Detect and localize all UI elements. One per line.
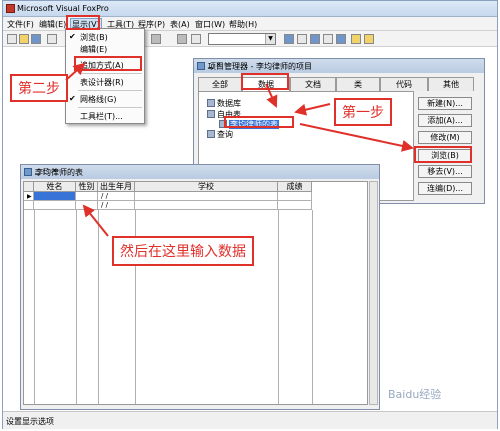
highlight-data-tab — [241, 73, 289, 90]
wizard-icon[interactable] — [351, 34, 361, 44]
modify-icon[interactable] — [177, 34, 187, 44]
add-button[interactable]: 添加(A)... — [418, 114, 472, 127]
menu-item-browse[interactable]: ✔ 浏览(B) — [66, 31, 144, 43]
tab-documents[interactable]: 文档 — [290, 77, 336, 91]
cell-name[interactable] — [34, 201, 76, 210]
project-icon[interactable] — [336, 34, 346, 44]
column-header-school[interactable]: 学校 — [135, 182, 278, 192]
row-selector-header — [24, 182, 34, 192]
app-window: Microsoft Visual FoxPro 文件(F) 编辑(E) 显示(V… — [0, 0, 500, 431]
display-menu-dropdown: ✔ 浏览(B) 编辑(E) 追加方式(A) 表设计器(R) ✔ 网格线(G) 工具栏… — [65, 28, 145, 124]
project-icon — [197, 62, 205, 70]
form-icon[interactable] — [191, 34, 201, 44]
foxpro-app-icon — [6, 4, 15, 13]
chevron-down-icon[interactable]: ▼ — [265, 34, 275, 44]
tab-other[interactable]: 其他 — [428, 77, 474, 91]
data-session-icon[interactable] — [297, 34, 307, 44]
watermark: Baidu经验 — [388, 388, 442, 401]
open-folder-icon[interactable] — [19, 34, 29, 44]
annotation-step1: 第一步 — [334, 98, 392, 126]
table-window-titlebar[interactable]: 李均律师的表 ▁ ▢ ✕ — [21, 165, 379, 179]
cell-school[interactable] — [135, 201, 278, 210]
column-header-birth[interactable]: 出生年月 — [98, 182, 135, 192]
highlight-browse-button — [414, 146, 472, 163]
help-icon[interactable] — [364, 34, 374, 44]
menu-item-table-designer[interactable]: 表设计器(R) — [66, 76, 144, 88]
cell-birth[interactable]: / / — [98, 192, 135, 201]
run-icon[interactable] — [151, 34, 161, 44]
menu-divider — [78, 90, 142, 91]
highlight-selected-table — [224, 116, 294, 128]
cell-school[interactable] — [135, 192, 278, 201]
status-bar: 设置显示选项 — [3, 411, 497, 429]
tab-code[interactable]: 代码 — [380, 77, 428, 91]
window-controls[interactable]: ▁ ✕ — [208, 61, 482, 69]
menu-item-edit[interactable]: 编辑(E) — [66, 43, 144, 55]
database-icon — [207, 99, 215, 107]
modify-button[interactable]: 修改(M) — [418, 131, 472, 144]
menu-item-toolbars[interactable]: 工具栏(T)... — [66, 110, 144, 122]
column-header-gender[interactable]: 性别 — [76, 182, 98, 192]
menu-item-grid-lines[interactable]: ✔ 网格线(G) — [66, 93, 144, 105]
highlight-display-menu — [66, 15, 100, 30]
cell-gender[interactable] — [76, 192, 98, 201]
command-window-icon[interactable] — [284, 34, 294, 44]
menu-divider — [78, 107, 142, 108]
cell-gender[interactable] — [76, 201, 98, 210]
tree-item-query[interactable]: 查询 — [207, 129, 233, 140]
vertical-scrollbar[interactable] — [369, 181, 378, 405]
status-text: 设置显示选项 — [6, 417, 54, 426]
annotation-step2: 第二步 — [10, 74, 68, 102]
cell-birth[interactable]: / / — [98, 201, 135, 210]
build-button[interactable]: 连编(D)... — [418, 182, 472, 195]
menu-help[interactable]: 帮助(H) — [229, 19, 257, 30]
remove-button[interactable]: 移去(V)... — [418, 165, 472, 178]
menu-file[interactable]: 文件(F) — [7, 19, 34, 30]
menu-edit[interactable]: 编辑(E) — [39, 19, 66, 30]
table-browse-window: 李均律师的表 ▁ ▢ ✕ 姓名 性别 出生年月 学校 成绩 ▶ / / / / — [20, 164, 380, 410]
query-icon — [207, 130, 215, 138]
tab-all[interactable]: 全部 — [198, 77, 242, 91]
menu-table[interactable]: 表(A) — [170, 19, 190, 30]
checkmark-icon: ✔ — [69, 32, 76, 41]
menu-divider — [78, 73, 142, 74]
tree-item-database[interactable]: 数据库 — [207, 98, 241, 109]
annotation-enter-data: 然后在这里输入数据 — [112, 236, 254, 266]
column-header-score[interactable]: 成绩 — [278, 182, 312, 192]
project-manager-titlebar[interactable]: 项目管理器 - 李均律师的项目 ▁ ✕ — [194, 59, 484, 73]
checkmark-icon: ✔ — [69, 94, 76, 103]
new-file-icon[interactable] — [7, 34, 17, 44]
menu-window[interactable]: 窗口(W) — [195, 19, 225, 30]
table-icon — [207, 110, 215, 118]
tab-classes[interactable]: 类 — [336, 77, 380, 91]
window-title: Microsoft Visual FoxPro — [17, 4, 109, 13]
highlight-append-mode — [74, 56, 142, 71]
table-icon — [24, 168, 32, 176]
print-icon[interactable] — [47, 34, 57, 44]
column-header-name[interactable]: 姓名 — [34, 182, 76, 192]
row-pointer-icon: ▶ — [24, 192, 34, 201]
cell-name[interactable] — [34, 192, 76, 201]
save-icon[interactable] — [31, 34, 41, 44]
cell-score[interactable] — [278, 201, 312, 210]
row-selector[interactable] — [24, 201, 34, 210]
data-grid[interactable]: 姓名 性别 出生年月 学校 成绩 ▶ / / / / — [23, 181, 368, 405]
report-icon[interactable] — [323, 34, 333, 44]
cell-score[interactable] — [278, 192, 312, 201]
new-button[interactable]: 新建(N)... — [418, 97, 472, 110]
view-icon[interactable] — [310, 34, 320, 44]
window-controls[interactable]: ▁ ▢ ✕ — [35, 167, 376, 175]
object-combo[interactable]: ▼ — [208, 33, 276, 45]
